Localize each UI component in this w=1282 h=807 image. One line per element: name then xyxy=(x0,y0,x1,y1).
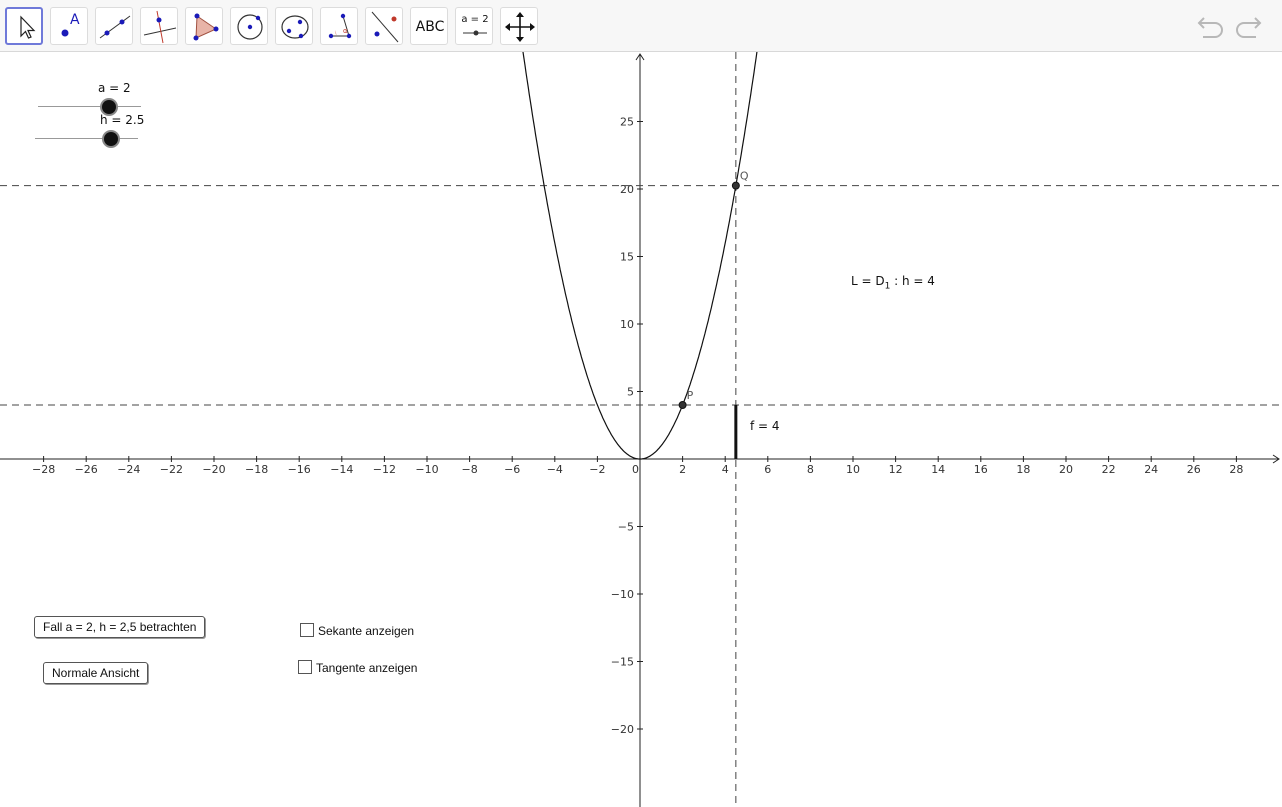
y-tick-label: −15 xyxy=(611,656,634,669)
x-tick-label: −26 xyxy=(75,463,98,476)
tangente-checkbox-box[interactable] xyxy=(298,660,312,674)
y-tick-label: −5 xyxy=(618,521,634,534)
redo-icon xyxy=(1236,17,1262,38)
x-tick-label: 18 xyxy=(1016,463,1030,476)
point-tool-button[interactable]: A xyxy=(50,7,88,45)
tangente-checkbox[interactable]: Tangente anzeigen xyxy=(298,660,417,676)
x-tick-label: 2 xyxy=(679,463,686,476)
x-tick-label: 0 xyxy=(632,463,639,476)
line-tool-button[interactable] xyxy=(95,7,133,45)
point-q-label: Q xyxy=(740,170,749,183)
x-tick-label: 4 xyxy=(722,463,729,476)
svg-text:α: α xyxy=(343,27,348,35)
reflect-tool-button[interactable] xyxy=(365,7,403,45)
slider-h-track[interactable] xyxy=(35,138,138,139)
point-p-label: P xyxy=(687,389,694,402)
redo-button[interactable] xyxy=(1232,11,1264,41)
f-value-text: f = 4 xyxy=(750,419,780,433)
move-graphics-tool-button[interactable] xyxy=(500,7,538,45)
angle-tool-button[interactable]: α xyxy=(320,7,358,45)
tangente-checkbox-label: Tangente anzeigen xyxy=(316,661,418,675)
toolbar: A α ABC a = 2 xyxy=(0,0,1282,52)
x-tick-label: −2 xyxy=(589,463,605,476)
circle-icon xyxy=(237,14,263,40)
x-tick-label: 16 xyxy=(974,463,988,476)
undo-icon xyxy=(1197,17,1223,38)
y-tick-label: 10 xyxy=(620,318,634,331)
x-tick-label: −6 xyxy=(504,463,520,476)
slider-a-knob[interactable] xyxy=(102,100,116,114)
conic-tool-button[interactable] xyxy=(275,7,313,45)
point-tool-label: A xyxy=(70,12,80,28)
y-tick-label: 5 xyxy=(627,386,634,399)
x-tick-label: −8 xyxy=(461,463,477,476)
fall-button[interactable]: Fall a = 2, h = 2,5 betrachten xyxy=(34,616,206,638)
dashed-lines xyxy=(0,52,1282,807)
sekante-checkbox-label: Sekante anzeigen xyxy=(318,624,415,638)
x-tick-label: −4 xyxy=(547,463,563,476)
undo-button[interactable] xyxy=(1195,11,1227,41)
triangle-polygon-icon xyxy=(193,13,219,41)
graphics-view[interactable]: −28 −26 −24 −22 −20 −18 −16 −14 −12 −10 −8 −6 −4 −2 0 2… xyxy=(0,52,1282,807)
slider-h-label: h = 2.5 xyxy=(100,113,145,127)
cursor-arrow-icon xyxy=(20,15,36,39)
x-tick-label: 26 xyxy=(1187,463,1201,476)
perpendicular-tool-button[interactable] xyxy=(140,7,178,45)
slider-h-knob[interactable] xyxy=(104,132,118,146)
x-tick-label: −14 xyxy=(330,463,353,476)
y-tick-label: 15 xyxy=(620,251,634,264)
x-tick-label: 20 xyxy=(1059,463,1073,476)
limit-text: L = D1 : h = 4 xyxy=(851,274,935,291)
slider-icon xyxy=(463,30,487,36)
x-tick-label: 24 xyxy=(1144,463,1158,476)
perpendicular-line-icon xyxy=(143,10,177,44)
move-tool-button[interactable] xyxy=(5,7,43,45)
y-tick-label: −10 xyxy=(611,588,634,601)
y-tick-label: −20 xyxy=(611,723,634,736)
sekante-checkbox[interactable]: Sekante anzeigen xyxy=(300,623,414,639)
x-tick-label: 10 xyxy=(846,463,860,476)
reflect-line-icon xyxy=(371,11,399,43)
x-tick-label: −12 xyxy=(373,463,396,476)
x-tick-label: −10 xyxy=(415,463,438,476)
points-layer: PQ xyxy=(678,170,749,409)
x-tick-label: −16 xyxy=(288,463,311,476)
slider-a-track[interactable] xyxy=(38,106,141,107)
coordinate-axes: −28 −26 −24 −22 −20 −18 −16 −14 −12 −10 −8 −6 −4 −2 0 2… xyxy=(0,53,1280,807)
x-tick-label: −28 xyxy=(32,463,55,476)
x-tick-label: −22 xyxy=(160,463,183,476)
point-q[interactable] xyxy=(731,181,740,190)
x-tick-label: 14 xyxy=(931,463,945,476)
x-tick-label: −18 xyxy=(245,463,268,476)
circle-tool-button[interactable] xyxy=(230,7,268,45)
x-tick-label: 28 xyxy=(1229,463,1243,476)
slider-a-label: a = 2 xyxy=(98,81,131,95)
limit-text-suffix: : h = 4 xyxy=(890,274,935,288)
x-tick-label: −20 xyxy=(202,463,225,476)
text-tool-label: ABC xyxy=(415,19,445,35)
ellipse-icon xyxy=(281,15,309,39)
y-tick-label: 25 xyxy=(620,116,634,129)
x-tick-label: −24 xyxy=(117,463,140,476)
slider-tool-button[interactable]: a = 2 xyxy=(455,7,493,45)
text-tool-button[interactable]: ABC xyxy=(410,7,448,45)
angle-icon: α xyxy=(328,13,352,39)
move-arrows-icon xyxy=(505,12,535,42)
x-tick-label: 22 xyxy=(1102,463,1116,476)
normal-view-button[interactable]: Normale Ansicht xyxy=(43,662,149,684)
x-tick-label: 12 xyxy=(889,463,903,476)
x-tick-label: 8 xyxy=(807,463,814,476)
polygon-tool-button[interactable] xyxy=(185,7,223,45)
point-p[interactable] xyxy=(678,401,687,409)
x-tick-label: 6 xyxy=(764,463,771,476)
line-icon xyxy=(99,15,131,39)
limit-text-prefix: L = D xyxy=(851,274,885,288)
y-tick-label: 20 xyxy=(620,183,634,196)
sekante-checkbox-box[interactable] xyxy=(300,623,314,637)
